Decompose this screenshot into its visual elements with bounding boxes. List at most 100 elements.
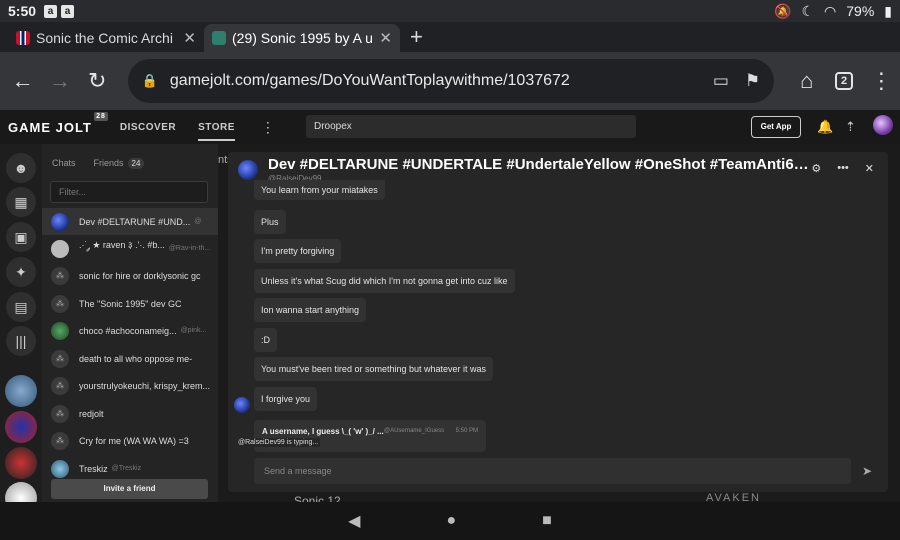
tab-friends-label: Friends <box>93 158 124 168</box>
message-bubble: You learn from your miatakes <box>254 180 385 200</box>
user-avatar[interactable] <box>873 115 893 135</box>
address-bar[interactable]: 🔒 gamejolt.com/games/DoYouWantToplaywith… <box>127 59 775 103</box>
browser-toolbar: ← → ↻ 🔒 gamejolt.com/games/DoYouWantTopl… <box>0 52 900 110</box>
chat-name: redjolt <box>79 408 104 419</box>
avatar <box>51 239 69 258</box>
reply-author: A username, I guess \_( 'w' )_/ ... <box>262 427 384 436</box>
message-bubble: Plus <box>254 210 286 234</box>
group-icon: ⁂ <box>51 266 69 285</box>
community-avatar[interactable] <box>5 447 37 479</box>
avatar[interactable] <box>234 397 250 413</box>
url-text: gamejolt.com/games/DoYouWantToplaywithme… <box>169 72 570 89</box>
browser-tab-active[interactable]: (29) Sonic 1995 by A u ✕ <box>204 24 400 52</box>
list-item[interactable]: choco #achoconameig... @pink... <box>42 317 218 344</box>
group-icon: ⁂ <box>51 431 69 450</box>
nav-discover[interactable]: DISCOVER <box>120 122 176 133</box>
message-input[interactable]: Send a message <box>254 458 851 484</box>
community-avatar[interactable] <box>5 411 37 443</box>
menu-icon[interactable]: ⋮ <box>863 62 900 100</box>
chat-name: death to all who oppose me- <box>79 353 193 364</box>
browser-tab-strip: Sonic the Comic Archi ✕ (29) Sonic 1995 … <box>0 22 900 52</box>
message-bubble: I'm pretty forgiving <box>254 239 342 263</box>
add-member-icon[interactable]: ⚙ <box>811 162 821 175</box>
list-item[interactable]: ⁂ redjolt <box>42 400 218 427</box>
search-input[interactable]: Droopex <box>306 115 636 138</box>
activity-icon[interactable]: ⇡ <box>845 119 856 135</box>
friends-count-badge: 24 <box>127 158 145 169</box>
tab-count: 2 <box>835 72 854 90</box>
reply-message: A username, I guess \_( 'w' )_/ ... @AUs… <box>254 420 486 452</box>
list-item[interactable]: ⁂ death to all who oppose me- <box>42 345 218 372</box>
reload-icon[interactable]: ↻ <box>79 62 116 100</box>
shelf-icon[interactable]: ||| <box>6 326 36 356</box>
backpack-icon[interactable]: ▣ <box>6 222 36 252</box>
more-options-icon[interactable]: ••• <box>837 162 849 175</box>
chat-handle: @pink... <box>180 327 207 334</box>
back-icon[interactable]: ◀ <box>348 511 360 531</box>
get-app-button[interactable]: Get App <box>751 116 801 138</box>
list-item[interactable]: Dev #DELTARUNE #UND... @ <box>42 208 218 235</box>
tab-switcher-button[interactable]: 2 <box>825 62 862 100</box>
store-icon[interactable]: ▦ <box>6 187 36 217</box>
community-avatar[interactable] <box>5 375 37 407</box>
send-icon[interactable]: ➤ <box>862 464 872 478</box>
filter-input[interactable]: Filter... <box>50 181 208 203</box>
close-tab-icon[interactable]: ✕ <box>183 29 196 47</box>
nav-store[interactable]: STORE <box>198 122 235 141</box>
battery-level: 79% <box>846 3 875 19</box>
notifications-icon[interactable]: 🔔 <box>817 119 833 135</box>
logo-badge: 28 <box>94 111 108 121</box>
home-icon[interactable]: ⌂ <box>788 62 825 100</box>
tab-friends[interactable]: Friends 24 <box>93 158 145 169</box>
list-item[interactable]: .·˙ ༘ ★ raven ३ .'·. #b... @Rav-in-th... <box>42 235 218 262</box>
list-item[interactable]: Treskiz @Treskiz <box>42 455 218 482</box>
reply-handle: @AUsername_IGuess <box>384 428 445 434</box>
chat-name: Treskiz <box>79 463 108 474</box>
chat-name: sonic for hire or dorklysonic gc <box>79 270 201 281</box>
chat-name: .·˙ ༘ ★ raven ३ .'·. #b... <box>79 240 165 250</box>
library-icon[interactable]: ▤ <box>6 292 36 322</box>
gamejolt-topbar: GAME JOLT 28 DISCOVER STORE ⋮ Droopex Ge… <box>0 110 900 144</box>
chat-icon[interactable]: ☻ <box>6 153 36 183</box>
mute-icon: 🔕 <box>774 2 792 19</box>
group-icon: ⁂ <box>51 376 69 395</box>
avatar[interactable] <box>238 160 258 180</box>
tab-chats[interactable]: Chats <box>52 158 76 168</box>
browser-tab[interactable]: Sonic the Comic Archi ✕ <box>8 24 204 52</box>
message-bubble: You must've been tired or something but … <box>254 357 494 381</box>
group-icon: ⁂ <box>51 294 69 313</box>
more-icon[interactable]: ⋮ <box>261 119 275 136</box>
bookmark-icon[interactable]: ⚑ <box>745 71 760 91</box>
typing-indicator: @RalseiDev99 is typing... <box>236 438 321 447</box>
battery-icon: ▮ <box>884 2 892 19</box>
status-bar: 5:50 a a 🔕 ☾ ◠ 79% ▮ <box>0 0 900 22</box>
forward-arrow-icon[interactable]: → <box>41 62 78 100</box>
invite-friend-button[interactable]: Invite a friend <box>51 479 208 499</box>
list-item[interactable]: ⁂ The "Sonic 1995" dev GC <box>42 290 218 317</box>
chat-window-controls: ⚙ ••• ✕ <box>811 162 874 175</box>
back-arrow-icon[interactable]: ← <box>4 62 41 100</box>
recents-icon[interactable]: ■ <box>542 512 552 530</box>
message-bubble: :D <box>254 328 277 352</box>
wifi-icon: ◠ <box>824 2 837 19</box>
quests-icon[interactable]: ✦ <box>6 257 36 287</box>
amazon-app-icon: a <box>44 4 58 18</box>
chat-handle: @Rav-in-th... <box>168 245 211 252</box>
list-item[interactable]: ⁂ Cry for me (WA WA WA) =3 <box>42 427 218 454</box>
close-tab-icon[interactable]: ✕ <box>379 29 392 47</box>
avatar <box>51 459 69 478</box>
list-item[interactable]: ⁂ yourstrulyokeuchi, krispy_krem... <box>42 372 218 399</box>
do-not-disturb-icon: ☾ <box>801 2 815 19</box>
list-item[interactable]: ⁂ sonic for hire or dorklysonic gc <box>42 262 218 289</box>
logo-text: GAME JOLT <box>8 119 92 135</box>
chat-window: Dev #DELTARUNE #UNDERTALE #UndertaleYell… <box>228 152 888 492</box>
chat-name: The "Sonic 1995" dev GC <box>79 298 182 309</box>
new-tab-icon[interactable]: + <box>400 24 433 52</box>
cast-icon[interactable]: ▭ <box>713 71 729 91</box>
chat-name: Cry for me (WA WA WA) =3 <box>79 435 189 446</box>
chat-handle: @Treskiz <box>111 465 142 472</box>
gamejolt-logo[interactable]: GAME JOLT 28 <box>8 111 108 135</box>
close-icon[interactable]: ✕ <box>865 162 874 175</box>
amazon-app-icon: a <box>61 4 75 18</box>
home-circle-icon[interactable]: ● <box>446 512 456 530</box>
